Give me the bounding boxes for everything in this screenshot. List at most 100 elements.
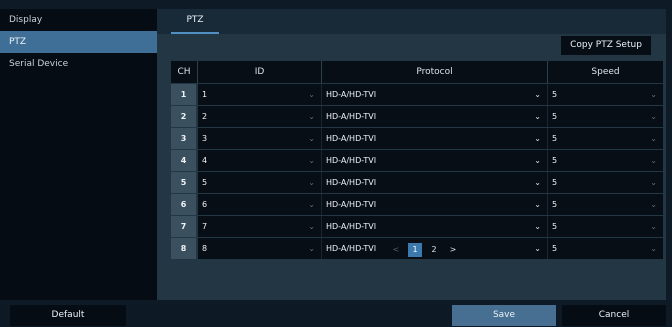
protocol-value: HD-A/HD-TVI	[326, 244, 377, 253]
chevron-down-icon: ⌄	[308, 178, 315, 187]
id-select[interactable]: 8 ⌄	[198, 238, 322, 259]
channel-number: 4	[171, 150, 196, 171]
chevron-down-icon: ⌄	[534, 112, 541, 121]
protocol-select[interactable]: HD-A/HD-TVI ⌄	[322, 216, 548, 237]
protocol-value: HD-A/HD-TVI	[326, 156, 377, 165]
id-select[interactable]: 5 ⌄	[198, 172, 322, 193]
chevron-down-icon: ⌄	[308, 156, 315, 165]
chevron-left-icon[interactable]: <	[389, 243, 403, 257]
sidebar-item-display[interactable]: Display	[0, 9, 157, 31]
protocol-select[interactable]: HD-A/HD-TVI ⌄	[322, 106, 548, 127]
id-select[interactable]: 4 ⌄	[198, 150, 322, 171]
id-select[interactable]: 7 ⌄	[198, 216, 322, 237]
chevron-down-icon: ⌄	[650, 156, 657, 165]
protocol-select[interactable]: HD-A/HD-TVI ⌄	[322, 172, 548, 193]
chevron-right-icon[interactable]: >	[446, 243, 460, 257]
speed-select[interactable]: 5 ⌄	[548, 84, 663, 105]
speed-select[interactable]: 5 ⌄	[548, 194, 663, 215]
protocol-value: HD-A/HD-TVI	[326, 178, 377, 187]
cancel-button[interactable]: Cancel	[562, 305, 666, 326]
chevron-down-icon: ⌄	[308, 222, 315, 231]
speed-select[interactable]: 5 ⌄	[548, 106, 663, 127]
sidebar-item-serial-device[interactable]: Serial Device	[0, 53, 157, 75]
pagination: < 1 2 >	[389, 243, 460, 257]
channel-number: 6	[171, 194, 196, 215]
ptz-settings-window: Display PTZ Serial Device PTZ Copy PTZ S…	[0, 0, 672, 327]
channel-number: 3	[171, 128, 196, 149]
channel-number: 7	[171, 216, 196, 237]
speed-select[interactable]: 5 ⌄	[548, 128, 663, 149]
protocol-select[interactable]: HD-A/HD-TVI ⌄	[322, 84, 548, 105]
speed-value: 5	[552, 156, 558, 165]
chevron-down-icon: ⌄	[650, 244, 657, 253]
chevron-down-icon: ⌄	[534, 178, 541, 187]
speed-value: 5	[552, 178, 558, 187]
id-value: 3	[202, 134, 208, 143]
protocol-value: HD-A/HD-TVI	[326, 200, 377, 209]
protocol-select[interactable]: HD-A/HD-TVI ⌄	[322, 150, 548, 171]
main-panel: PTZ Copy PTZ Setup CH ID Protocol Speed …	[157, 9, 666, 300]
protocol-select[interactable]: HD-A/HD-TVI ⌄	[322, 194, 548, 215]
table-row: 4 4 ⌄ HD-A/HD-TVI ⌄ 5 ⌄	[171, 150, 663, 171]
copy-ptz-setup-button[interactable]: Copy PTZ Setup	[561, 36, 651, 55]
speed-select[interactable]: 5 ⌄	[548, 238, 663, 259]
chevron-down-icon: ⌄	[534, 134, 541, 143]
id-value: 1	[202, 90, 208, 99]
speed-value: 5	[552, 134, 558, 143]
table-row: 5 5 ⌄ HD-A/HD-TVI ⌄ 5 ⌄	[171, 172, 663, 193]
protocol-value: HD-A/HD-TVI	[326, 134, 377, 143]
chevron-down-icon: ⌄	[650, 90, 657, 99]
footer: Default Save Cancel	[0, 305, 672, 327]
protocol-select[interactable]: HD-A/HD-TVI ⌄	[322, 128, 548, 149]
chevron-down-icon: ⌄	[534, 200, 541, 209]
id-value: 5	[202, 178, 208, 187]
chevron-down-icon: ⌄	[308, 244, 315, 253]
speed-value: 5	[552, 222, 558, 231]
id-value: 6	[202, 200, 208, 209]
header-id: ID	[198, 61, 322, 83]
chevron-down-icon: ⌄	[308, 112, 315, 121]
id-select[interactable]: 1 ⌄	[198, 84, 322, 105]
protocol-value: HD-A/HD-TVI	[326, 90, 377, 99]
sidebar-item-ptz[interactable]: PTZ	[0, 31, 157, 53]
speed-value: 5	[552, 112, 558, 121]
speed-value: 5	[552, 200, 558, 209]
save-button[interactable]: Save	[452, 305, 556, 326]
page-1-button[interactable]: 1	[408, 243, 422, 257]
default-button[interactable]: Default	[10, 305, 126, 326]
chevron-down-icon: ⌄	[650, 112, 657, 121]
header-ch: CH	[171, 61, 198, 83]
ptz-table: CH ID Protocol Speed 1 1 ⌄ HD-A/HD-TVI ⌄ 5…	[171, 61, 663, 259]
table-row: 3 3 ⌄ HD-A/HD-TVI ⌄ 5 ⌄	[171, 128, 663, 149]
table-row: 1 1 ⌄ HD-A/HD-TVI ⌄ 5 ⌄	[171, 84, 663, 105]
speed-select[interactable]: 5 ⌄	[548, 172, 663, 193]
channel-number: 1	[171, 84, 196, 105]
tab-ptz[interactable]: PTZ	[171, 9, 219, 34]
id-value: 8	[202, 244, 208, 253]
speed-select[interactable]: 5 ⌄	[548, 150, 663, 171]
id-value: 2	[202, 112, 208, 121]
chevron-down-icon: ⌄	[308, 90, 315, 99]
chevron-down-icon: ⌄	[650, 200, 657, 209]
speed-value: 5	[552, 90, 558, 99]
speed-select[interactable]: 5 ⌄	[548, 216, 663, 237]
id-select[interactable]: 6 ⌄	[198, 194, 322, 215]
header-protocol: Protocol	[322, 61, 548, 83]
id-select[interactable]: 3 ⌄	[198, 128, 322, 149]
id-select[interactable]: 2 ⌄	[198, 106, 322, 127]
chevron-down-icon: ⌄	[534, 222, 541, 231]
sidebar: Display PTZ Serial Device	[0, 9, 157, 300]
chevron-down-icon: ⌄	[534, 156, 541, 165]
id-value: 4	[202, 156, 208, 165]
table-row: 7 7 ⌄ HD-A/HD-TVI ⌄ 5 ⌄	[171, 216, 663, 237]
chevron-down-icon: ⌄	[650, 134, 657, 143]
protocol-value: HD-A/HD-TVI	[326, 222, 377, 231]
page-2-button[interactable]: 2	[427, 243, 441, 257]
table-row: 6 6 ⌄ HD-A/HD-TVI ⌄ 5 ⌄	[171, 194, 663, 215]
chevron-down-icon: ⌄	[534, 244, 541, 253]
id-value: 7	[202, 222, 208, 231]
table-header: CH ID Protocol Speed	[171, 61, 663, 83]
tab-bar: PTZ	[157, 9, 666, 34]
speed-value: 5	[552, 244, 558, 253]
channel-number: 8	[171, 238, 196, 259]
